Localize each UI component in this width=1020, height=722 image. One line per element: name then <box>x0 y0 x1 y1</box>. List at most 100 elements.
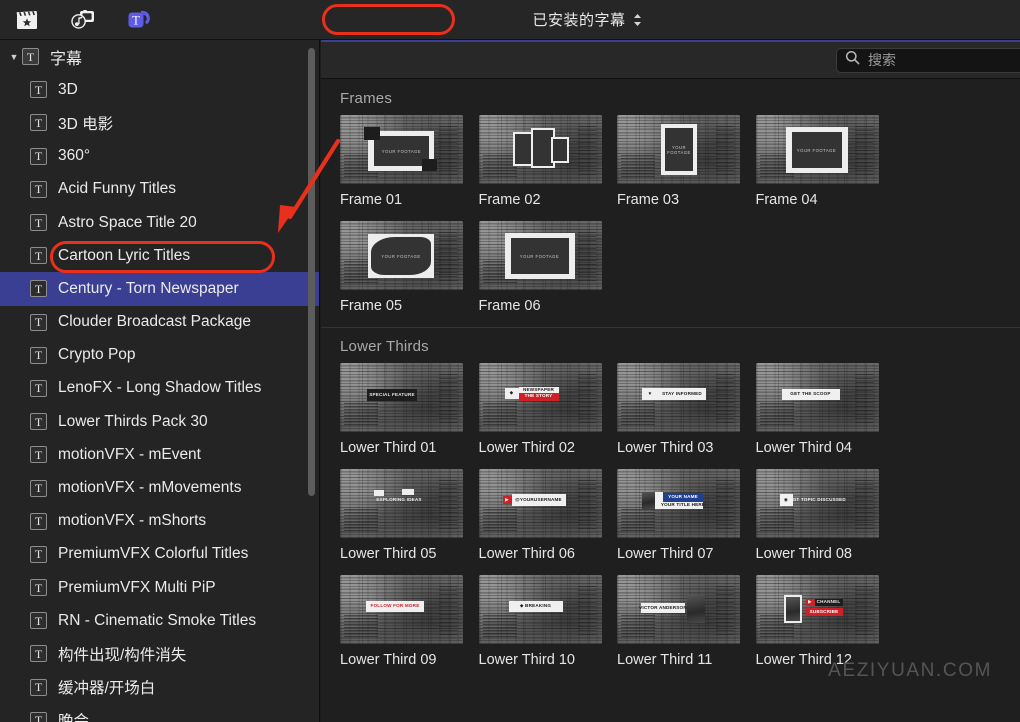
title-thumbnail-cell[interactable]: SPECIAL FEATURE Lower Third 01 <box>340 363 479 456</box>
title-thumbnail-cell[interactable]: YOUR FOOTAGE Frame 05 <box>340 221 479 314</box>
thumbnail-label: Lower Third 04 <box>755 440 852 456</box>
sidebar-item-lower-thirds-pack-30[interactable]: T Lower Thirds Pack 30 <box>0 405 319 438</box>
sidebar-root-titles[interactable]: ▼ T 字幕 <box>0 40 319 73</box>
titles-generators-icon[interactable]: T <box>124 7 154 33</box>
newsprint-columns <box>439 123 457 175</box>
title-thumbnail-cell[interactable]: YOUR FOOTAGE Frame 03 <box>617 115 756 208</box>
sidebar-item-label: 缓冲器/开场白 <box>58 680 156 698</box>
title-thumbnail[interactable]: YOUR FOOTAGE <box>340 115 463 184</box>
title-thumbnail[interactable]: ◉ HOT TOPIC DISCUSSED <box>755 469 879 538</box>
title-thumbnail[interactable]: ▶ CHANNEL SUBSCRIBE <box>755 575 879 644</box>
title-thumbnail[interactable]: YOUR NAME YOUR TITLE HERE <box>617 469 740 538</box>
sidebar-item-lenofx-long-shadow-titles[interactable]: T LenoFX - Long Shadow Titles <box>0 372 319 405</box>
sidebar-item-label: PremiumVFX Colorful Titles <box>58 545 249 563</box>
thumbnail-label: Frame 02 <box>478 192 541 208</box>
sidebar-item-motionvfx-mmovements[interactable]: TmotionVFX - mMovements <box>0 471 319 504</box>
newsprint-block <box>482 403 517 425</box>
title-thumbnail-cell[interactable]: YOUR FOOTAGE Frame 01 <box>340 115 479 208</box>
chevron-updown-icon <box>633 13 642 27</box>
titles-browser-panel: 搜索 Frames YOUR FOOTAGE Frame 01 Frame 02 YOU… <box>321 40 1020 722</box>
sidebar-item-缓冲器-开场白[interactable]: T 缓冲器/开场白 <box>0 671 319 704</box>
title-thumbnail-cell[interactable]: Frame 02 <box>478 115 618 208</box>
title-thumbnail-cell[interactable]: VICTOR ANDERSON Lower Third 11 <box>617 575 756 668</box>
sidebar-item-motionvfx-mshorts[interactable]: TmotionVFX - mShorts <box>0 505 319 538</box>
title-thumbnail[interactable]: YOUR FOOTAGE <box>340 221 463 290</box>
sidebar-item-crypto-pop[interactable]: T Crypto Pop <box>0 339 319 372</box>
newsprint-columns <box>577 477 596 529</box>
app-root: T 已安装的字幕 ▼ T 字幕 T 3D T 3D 电影 T 360° T Acid Funny T… <box>0 0 1020 722</box>
title-thumbnail[interactable]: YOUR FOOTAGE <box>478 221 602 290</box>
sidebar-item-premiumvfx-colorful-titles[interactable]: T PremiumVFX Colorful Titles <box>0 538 319 571</box>
title-thumbnail-cell[interactable]: ◆ BREAKING Lower Third 10 <box>478 575 618 668</box>
sidebar-item-3d-电影[interactable]: T 3D 电影 <box>0 106 319 139</box>
portrait-thumb <box>687 595 705 623</box>
sidebar-item-premiumvfx-multi-pip[interactable]: T PremiumVFX Multi PiP <box>0 571 319 604</box>
thumbnail-label: Lower Third 09 <box>340 652 437 668</box>
sidebar-item-motionvfx-mevent[interactable]: TmotionVFX - mEvent <box>0 438 319 471</box>
title-thumbnail[interactable]: ◆ THE STORY NEWSPAPER <box>478 363 602 432</box>
sidebar-item-century-torn-newspaper[interactable]: T Century - Torn Newspaper <box>0 272 319 306</box>
sidebar-item-3d[interactable]: T 3D <box>0 73 319 106</box>
title-thumbnail[interactable]: ◆ BREAKING <box>478 575 602 644</box>
thumbnail-label: Lower Third 10 <box>478 652 575 668</box>
title-thumbnail-cell[interactable]: GET THE SCOOP Lower Third 04 <box>755 363 895 456</box>
title-thumbnail-cell[interactable]: YOUR FOOTAGE Frame 04 <box>755 115 895 208</box>
title-thumbnail[interactable]: YOUR FOOTAGE <box>617 115 740 184</box>
newsprint-columns <box>439 477 457 529</box>
disclosure-triangle-icon[interactable]: ▼ <box>6 52 22 62</box>
title-thumbnail[interactable]: FOLLOW FOR MORE <box>340 575 463 644</box>
title-thumbnail[interactable]: EXPLORING IDEAS <box>340 469 463 538</box>
sidebar-item-360[interactable]: T 360° <box>0 140 319 173</box>
sidebar-item-label: Crypto Pop <box>58 346 136 364</box>
titles-category-sidebar[interactable]: ▼ T 字幕 T 3D T 3D 电影 T 360° T Acid Funny Titles T Ast… <box>0 40 320 722</box>
title-thumbnail[interactable]: YOUR FOOTAGE <box>755 115 879 184</box>
clapperboard-effects-icon[interactable] <box>12 7 42 33</box>
title-thumbnail-cell[interactable]: ◆ THE STORY NEWSPAPER Lower Third 02 <box>478 363 618 456</box>
sidebar-item-label: Astro Space Title 20 <box>58 213 197 231</box>
lower-third-chip: FOLLOW FOR MORE <box>366 601 424 612</box>
installed-titles-popup[interactable]: 已安装的字幕 <box>528 7 645 32</box>
title-thumbnail-cell[interactable]: YOUR FOOTAGE Frame 06 <box>478 221 618 314</box>
title-thumbnail-cell[interactable]: FOLLOW FOR MORE Lower Third 09 <box>340 575 479 668</box>
newsprint-block <box>759 403 794 425</box>
title-thumbnail-cell[interactable]: ▶ @YOURUSERNAME Lower Third 06 <box>478 469 618 562</box>
sidebar-item-cartoon-lyric-titles[interactable]: T Cartoon Lyric Titles <box>0 239 319 272</box>
newsprint-block <box>344 509 378 531</box>
sidebar-scrollbar[interactable] <box>308 48 315 496</box>
sidebar-item-rn-cinematic-smoke-titles[interactable]: T RN - Cinematic Smoke Titles <box>0 604 319 637</box>
title-badge-icon: T <box>30 579 47 597</box>
title-thumbnail-cell[interactable]: ▶ CHANNEL SUBSCRIBE Lower Third 12 <box>755 575 895 668</box>
newsprint-block <box>621 509 655 531</box>
title-thumbnail-cell[interactable]: ◉ HOT TOPIC DISCUSSED Lower Third 08 <box>755 469 895 562</box>
sidebar-item-label: motionVFX - mShorts <box>58 512 207 530</box>
newsprint-columns <box>439 229 457 281</box>
search-input[interactable]: 搜索 <box>836 47 1020 73</box>
thumbnail-label: Lower Third 07 <box>617 546 714 562</box>
title-thumbnail-cell[interactable]: ▼ STAY INFORMED Lower Third 03 <box>617 363 756 456</box>
lower-third-chip: STAY INFORMED <box>658 388 706 400</box>
title-thumbnail[interactable] <box>478 115 602 184</box>
sidebar-item-晚会[interactable]: T 晚会 <box>0 704 319 722</box>
sidebar-item-label: 3D <box>58 80 78 98</box>
title-thumbnail-cell[interactable]: YOUR NAME YOUR TITLE HERE Lower Third 07 <box>617 469 756 562</box>
newsprint-columns <box>854 477 873 529</box>
newsprint-columns <box>716 371 734 423</box>
sidebar-item-acid-funny-titles[interactable]: T Acid Funny Titles <box>0 173 319 206</box>
photos-audio-icon[interactable] <box>68 7 98 33</box>
title-thumbnail[interactable]: ▼ STAY INFORMED <box>617 363 740 432</box>
sidebar-item-构件出现-构件消失[interactable]: T 构件出现/构件消失 <box>0 637 319 670</box>
title-thumbnail[interactable]: VICTOR ANDERSON <box>617 575 740 644</box>
newsprint-columns <box>854 123 873 175</box>
title-thumbnail[interactable]: GET THE SCOOP <box>755 363 879 432</box>
sidebar-item-label: 晚会 <box>58 713 90 722</box>
thumbnail-label: Lower Third 11 <box>617 652 713 668</box>
svg-text:T: T <box>132 13 140 27</box>
title-thumbnail[interactable]: SPECIAL FEATURE <box>340 363 463 432</box>
newsprint-columns <box>439 371 457 423</box>
sidebar-item-clouder-broadcast-package[interactable]: T Clouder Broadcast Package <box>0 306 319 339</box>
title-thumbnail-cell[interactable]: EXPLORING IDEAS Lower Third 05 <box>340 469 479 562</box>
sidebar-item-astro-space-title-20[interactable]: T Astro Space Title 20 <box>0 206 319 239</box>
popup-label: 已安装的字幕 <box>532 12 626 29</box>
title-badge-icon: T <box>30 114 47 132</box>
title-thumbnail[interactable]: ▶ @YOURUSERNAME <box>478 469 602 538</box>
